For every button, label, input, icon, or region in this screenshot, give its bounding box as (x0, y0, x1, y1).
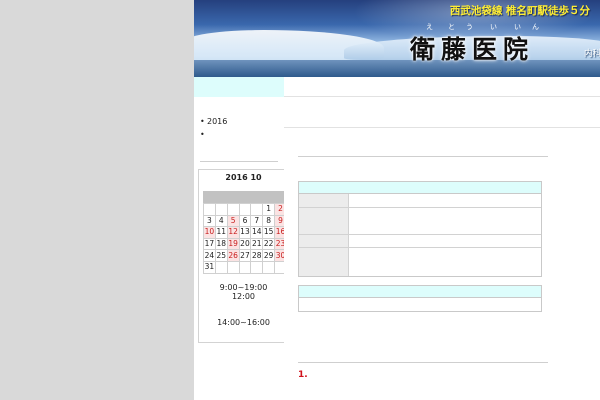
calendar-day[interactable]: 22 (262, 237, 276, 251)
calendar-day[interactable]: 12 (226, 226, 240, 239)
archive-item-2016[interactable]: 2016 (200, 117, 280, 130)
calendar-day-empty (226, 260, 240, 274)
calendar-day-empty (203, 203, 216, 216)
main-divider (284, 96, 600, 97)
calendar-day-empty (214, 203, 228, 216)
calendar-day[interactable]: 25 (214, 249, 228, 262)
header-banner: 西武池袋線 椎名町駅徒歩５分 え と う い い ん 衛藤医院 内科 呼吸器内科… (194, 0, 600, 77)
banner-sea (194, 60, 600, 77)
calendar-day-empty (250, 260, 264, 274)
clinic-name[interactable]: 衛藤医院 (410, 30, 534, 66)
calendar-widget: 2016 10 1 2 3 4 5 6 7 8 9 10 11 12 13 14 15 16 17 18 19 20 2… (198, 169, 287, 343)
main-content: 1. (284, 77, 600, 400)
info-table (298, 181, 542, 277)
calendar-day[interactable]: 6 (238, 214, 252, 228)
calendar-day[interactable]: 14 (250, 226, 264, 239)
calendar-day[interactable]: 28 (250, 249, 264, 262)
calendar-day[interactable]: 7 (250, 214, 264, 228)
table-label-cell (299, 194, 349, 207)
calendar-grid: 1 2 3 4 5 6 7 8 9 10 11 12 13 14 15 16 17 18 19 20 21 22 23 24 2… (203, 203, 287, 274)
calendar-day[interactable]: 20 (238, 237, 252, 251)
calendar-day[interactable]: 13 (238, 226, 252, 239)
calendar-day-empty (250, 203, 264, 216)
departments: 内科 呼吸器内科 消化器内科 循環器内科 小児科 (584, 49, 600, 59)
hours-block-1: 9:00~19:00 12:00 (199, 283, 288, 301)
notice-table-header (299, 286, 541, 298)
calendar-title: 2016 10 (225, 173, 262, 182)
calendar-day[interactable]: 21 (250, 237, 264, 251)
calendar-week-row: 10 11 12 13 14 15 16 (203, 226, 287, 239)
calendar-day[interactable]: 3 (203, 214, 216, 228)
table-row (299, 194, 541, 208)
calendar-day-empty (226, 203, 240, 216)
calendar-day-empty (238, 203, 252, 216)
hours-line: 9:00~19:00 (219, 283, 268, 292)
calendar-day[interactable]: 17 (203, 237, 216, 251)
table-label-cell (299, 248, 349, 276)
calendar-day[interactable]: 18 (214, 237, 228, 251)
calendar-day[interactable]: 5 (226, 214, 240, 228)
info-table-header (299, 182, 541, 194)
calendar-day[interactable]: 19 (226, 237, 240, 251)
calendar-day[interactable]: 4 (214, 214, 228, 228)
calendar-week-row: 17 18 19 20 21 22 23 (203, 237, 287, 251)
archive-item-empty[interactable] (200, 130, 280, 143)
calendar-week-row: 31 (203, 260, 287, 274)
table-value-cell (349, 194, 541, 207)
section-divider (298, 362, 548, 363)
calendar-day[interactable]: 15 (262, 226, 276, 239)
calendar-day[interactable]: 24 (203, 249, 216, 262)
archive-list: 2016 (200, 117, 280, 143)
table-label-cell (299, 208, 349, 234)
calendar-day[interactable]: 29 (262, 249, 276, 262)
calendar-day-empty (262, 260, 276, 274)
calendar-day-empty (238, 260, 252, 274)
sidebar-header-band (194, 77, 284, 97)
sidebar-divider (200, 161, 278, 162)
access-info: 西武池袋線 椎名町駅徒歩５分 (449, 5, 590, 17)
table-row (299, 235, 541, 248)
calendar-day[interactable]: 27 (238, 249, 252, 262)
hours-block-2: 14:00~16:00 (217, 318, 270, 327)
calendar-day[interactable]: 8 (262, 214, 276, 228)
calendar-week-row: 24 25 26 27 28 29 30 (203, 249, 287, 262)
calendar-day-empty (214, 260, 228, 274)
table-value-cell (349, 235, 541, 247)
table-value-cell (349, 208, 541, 234)
notice-table (298, 285, 542, 312)
calendar-weekday-header (203, 191, 285, 203)
calendar-day[interactable]: 1 (262, 203, 276, 216)
table-row (299, 248, 541, 276)
calendar-week-row: 12 (203, 203, 287, 216)
calendar-day[interactable]: 31 (203, 260, 216, 274)
calendar-day[interactable]: 26 (226, 249, 240, 262)
calendar-week-row: 3456789 (203, 214, 287, 228)
table-value-cell (349, 248, 541, 276)
left-sidebar: 2016 2016 10 123456789101112131415161718… (194, 77, 287, 400)
calendar-day[interactable]: 11 (214, 226, 228, 239)
hours-line: 12:00 (231, 292, 256, 301)
main-divider (284, 127, 600, 128)
numbered-item-1[interactable]: 1. (298, 370, 308, 380)
section-divider (298, 156, 548, 157)
calendar-day[interactable]: 10 (203, 226, 216, 239)
table-label-cell (299, 235, 349, 247)
table-row (299, 208, 541, 235)
